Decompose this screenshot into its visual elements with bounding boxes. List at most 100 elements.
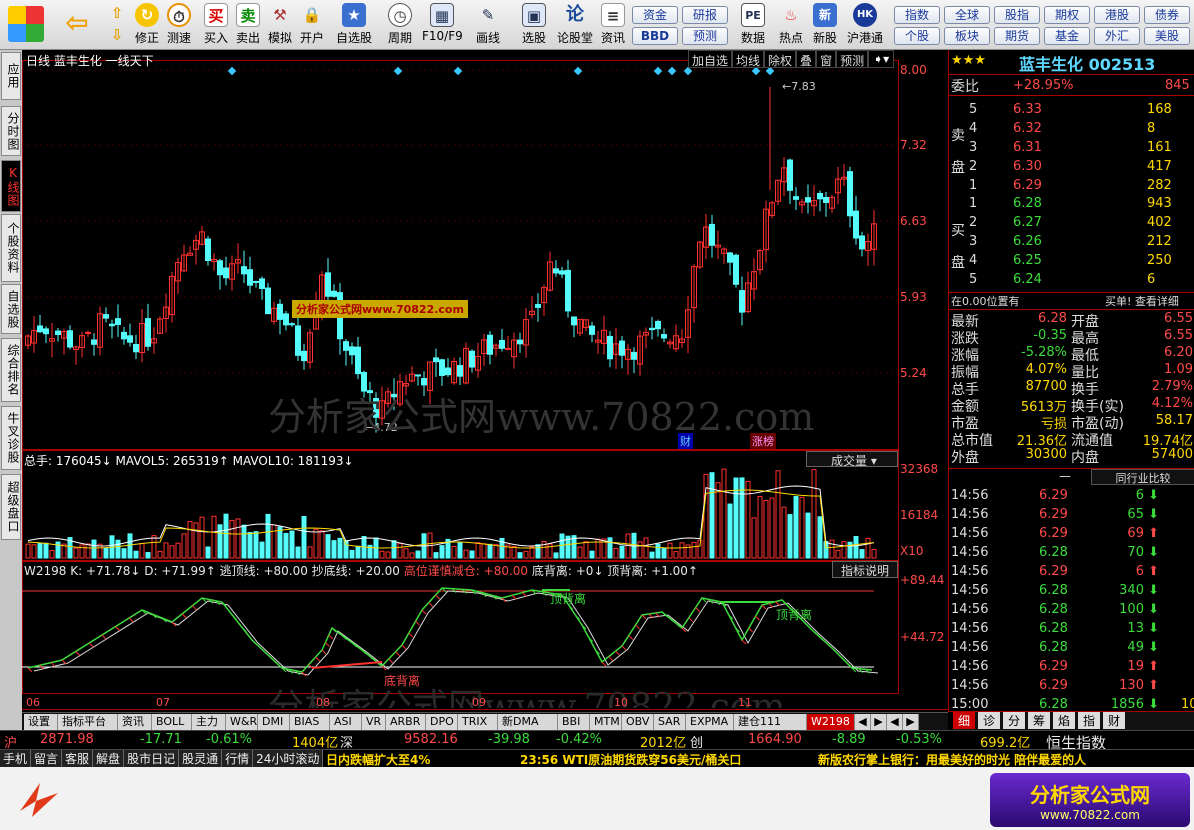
window-button[interactable]: 窗 <box>816 50 837 68</box>
hk-connect-button[interactable]: HK 沪港通 <box>844 2 886 48</box>
tab-intraday[interactable]: 分时图 <box>1 106 21 156</box>
pin-icon[interactable]: ➧▾ <box>868 50 895 68</box>
indicator-tab[interactable]: 设置 <box>24 714 58 730</box>
news-tab[interactable]: 股灵通 <box>179 750 223 768</box>
news-tab[interactable]: 行情 <box>222 750 254 768</box>
fix-button[interactable]: ↻ 修正 <box>132 2 162 48</box>
indicator-tab[interactable]: OBV <box>622 714 654 730</box>
indicator-tab[interactable]: 资讯 <box>118 714 152 730</box>
buy-price[interactable]: 6.25 <box>1013 253 1042 268</box>
sell-price[interactable]: 6.30 <box>1013 159 1042 174</box>
exright-button[interactable]: 除权 <box>764 50 797 68</box>
news-item-2[interactable]: 23:56 WTI原油期货跌穿56美元/桶关口 <box>520 751 741 768</box>
ipo-button[interactable]: 新新股 <box>808 2 842 48</box>
scroll-arrow-icon[interactable]: ◀ <box>855 714 871 730</box>
app-logo-icon[interactable] <box>6 2 46 48</box>
forecast-chart-button[interactable]: 预测 <box>836 50 869 68</box>
indicator-tab[interactable]: DPO <box>426 714 458 730</box>
indicator-tab[interactable]: ASI <box>330 714 362 730</box>
sell-price[interactable]: 6.31 <box>1013 140 1042 155</box>
scroll-arrow-icon[interactable]: ▶ <box>871 714 887 730</box>
sell-price[interactable]: 6.32 <box>1013 121 1042 136</box>
indicator-tab[interactable]: TRIX <box>458 714 498 730</box>
idx-bonds[interactable]: 债券 <box>1144 6 1190 24</box>
start-logo-icon[interactable] <box>14 779 66 819</box>
scroll-arrow-icon[interactable]: ◀ <box>887 714 903 730</box>
tab-watchlist[interactable]: 自选股 <box>1 284 21 334</box>
news-tab[interactable]: 手机 <box>0 750 32 768</box>
buy-price[interactable]: 6.28 <box>1013 196 1042 211</box>
indicator-tab[interactable]: ARBR <box>386 714 426 730</box>
indicator-tab[interactable]: 建仓111 <box>734 714 807 730</box>
tab-app[interactable]: 应用 <box>1 52 21 100</box>
idx-us[interactable]: 美股 <box>1144 27 1190 45</box>
select-stock-button[interactable]: ▣ 选股 <box>514 2 554 48</box>
news-item-3[interactable]: 新版农行掌上银行：用最美好的时光 陪伴最爱的人 <box>818 751 1086 768</box>
bbd-button[interactable]: BBD <box>632 27 678 45</box>
up-icon[interactable]: ⇧ ⇩ <box>104 2 130 48</box>
idx-global[interactable]: 全球 <box>944 6 990 24</box>
back-icon[interactable]: ⇦ <box>56 2 98 48</box>
simulate-button[interactable]: ⚒ 模拟 <box>266 2 294 48</box>
indicator-tab[interactable]: W&R <box>226 714 258 730</box>
tab-kline[interactable]: K线图 <box>1 160 21 212</box>
idx-index[interactable]: 指数 <box>894 6 940 24</box>
idx-sector[interactable]: 板块 <box>944 27 990 45</box>
news-tab[interactable]: 股市日记 <box>124 750 180 768</box>
forecast-button[interactable]: 预测 <box>682 27 728 45</box>
news-item-1[interactable]: 日内跌幅扩大至4% <box>326 751 430 768</box>
tab-ranking[interactable]: 综合排名 <box>1 338 21 402</box>
idx-options[interactable]: 期权 <box>1044 6 1090 24</box>
indicator-help-button[interactable]: 指标说明 <box>832 561 898 578</box>
indicator-tab[interactable]: BOLL <box>152 714 192 730</box>
indicator-tab[interactable]: 指标平台 <box>58 714 118 730</box>
idx-futures[interactable]: 期货 <box>994 27 1040 45</box>
overlay-button[interactable]: 叠 <box>796 50 817 68</box>
kline-chart-area[interactable]: 日线 蓝丰生化 一线天下 加自选 均线 除权 叠 窗 预测 ➧▾ 8.00 7.… <box>22 50 948 712</box>
volume-selector[interactable]: 成交量 ▾ <box>806 451 898 468</box>
quote-tab[interactable]: 财 <box>1103 712 1125 729</box>
quote-tab[interactable]: 指 <box>1078 712 1100 729</box>
sell-price[interactable]: 6.33 <box>1013 102 1042 117</box>
compare-industry-button[interactable]: 同行业比较 <box>1091 469 1194 485</box>
order-detail-link[interactable]: 买单! 查看详细 <box>1105 293 1179 309</box>
research-button[interactable]: 研报 <box>682 6 728 24</box>
indicator-tab[interactable]: W2198 <box>807 714 855 730</box>
indicator-tab[interactable]: 主力 <box>192 714 226 730</box>
period-button[interactable]: ◷ 周期 <box>380 2 420 48</box>
idx-forex[interactable]: 外汇 <box>1094 27 1140 45</box>
scroll-arrow-icon[interactable]: ▶ <box>903 714 919 730</box>
finance-marker[interactable]: 财 <box>678 433 693 449</box>
hotspot-button[interactable]: ♨ 热点 <box>774 2 808 48</box>
add-watch-button[interactable]: 加自选 <box>688 50 733 68</box>
buy-price[interactable]: 6.26 <box>1013 234 1042 249</box>
fund-button[interactable]: 资金 <box>632 6 678 24</box>
news-tab[interactable]: 24小时滚动 <box>253 750 324 768</box>
idx-hk[interactable]: 港股 <box>1094 6 1140 24</box>
sell-button[interactable]: 卖卖出 <box>234 2 262 48</box>
news-button[interactable]: ≡ 资讯 <box>598 2 628 48</box>
quote-tab[interactable]: 细 <box>953 712 975 729</box>
quote-tab[interactable]: 分 <box>1003 712 1025 729</box>
open-account-button[interactable]: 🔒 开户 <box>298 2 326 48</box>
indicator-tab[interactable]: SAR <box>654 714 686 730</box>
indicator-tab[interactable]: VR <box>362 714 386 730</box>
speedtest-button[interactable]: ⏱ 测速 <box>164 2 194 48</box>
indicator-tab[interactable]: BBI <box>558 714 590 730</box>
indicator-tab[interactable]: EXPMA <box>686 714 734 730</box>
tab-diagnosis[interactable]: 牛叉诊股 <box>1 406 21 470</box>
indicator-tab[interactable]: BIAS <box>290 714 330 730</box>
ma-button[interactable]: 均线 <box>732 50 765 68</box>
f10-button[interactable]: ▦ F10/F9 <box>422 2 463 48</box>
indicator-tab[interactable]: MTM <box>590 714 622 730</box>
buy-price[interactable]: 6.24 <box>1013 272 1042 287</box>
forum-button[interactable]: 论论股堂 <box>556 2 594 48</box>
tab-level2[interactable]: 超级盘口 <box>1 474 21 540</box>
quote-tab[interactable]: 筹 <box>1028 712 1050 729</box>
tab-profile[interactable]: 个股资料 <box>1 214 21 282</box>
sell-price[interactable]: 6.29 <box>1013 178 1042 193</box>
buy-price[interactable]: 6.27 <box>1013 215 1042 230</box>
news-tab[interactable]: 客服 <box>62 750 94 768</box>
buy-button[interactable]: 买买入 <box>202 2 230 48</box>
draw-button[interactable]: ✎ 画线 <box>468 2 508 48</box>
